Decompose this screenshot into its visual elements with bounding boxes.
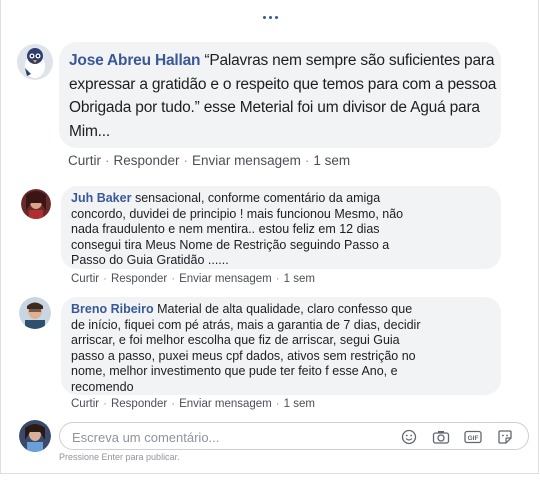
avatar[interactable] xyxy=(19,297,51,329)
comment-line: expressar a gratidão e o respeito que te… xyxy=(69,75,497,93)
comment-actions: Curtir · Responder · Enviar mensagem · 1 sem xyxy=(68,153,351,168)
comment-line: arriscar, e foi melhor escolha que fiz d… xyxy=(71,333,400,348)
comment-line: Jose Abreu Hallan “Palavras nem sempre s… xyxy=(69,52,495,69)
gif-icon[interactable]: GIF xyxy=(464,428,482,446)
comment-line: nada fraudulento e nem mentira.. estou f… xyxy=(71,222,380,237)
send-message-link[interactable]: Enviar mensagem xyxy=(179,273,272,285)
comments-card: Jose Abreu Hallan “Palavras nem sempre s… xyxy=(0,0,539,474)
comment-line: de início, fiquei com pé atrás, mais a g… xyxy=(71,317,421,332)
comment-line: passo a passo, puxei meus cpf dados, ati… xyxy=(71,348,416,363)
avatar[interactable] xyxy=(19,420,51,452)
comment-bubble: Juh Baker sensacional, conforme comentár… xyxy=(61,186,501,269)
comment-line: Obrigada por tudo.” esse Meterial foi um… xyxy=(69,99,480,116)
comment-line: concordo, duvidei de principio ! mais fu… xyxy=(71,206,404,221)
more-comments-icon[interactable] xyxy=(263,12,279,22)
timestamp-link[interactable]: 1 sem xyxy=(284,398,315,410)
comment-line: Breno Ribeiro Material de alta qualidade… xyxy=(71,302,413,316)
svg-text:GIF: GIF xyxy=(468,435,479,442)
sticker-icon[interactable] xyxy=(496,428,514,446)
send-message-link[interactable]: Enviar mensagem xyxy=(179,398,272,410)
avatar[interactable] xyxy=(17,44,53,80)
comment-line: Juh Baker sensacional, conforme comentár… xyxy=(71,191,381,205)
camera-icon[interactable] xyxy=(432,428,450,446)
reply-link[interactable]: Responder xyxy=(111,273,167,285)
comment-line: recomendo xyxy=(71,379,134,394)
comment-line: Mim... xyxy=(69,122,110,140)
comment-input[interactable] xyxy=(70,425,394,449)
like-link[interactable]: Curtir xyxy=(68,153,101,168)
comment-author-link[interactable]: Breno Ribeiro xyxy=(71,302,154,316)
comment-bubble: Jose Abreu Hallan “Palavras nem sempre s… xyxy=(59,42,501,148)
reply-link[interactable]: Responder xyxy=(111,398,167,410)
comment-actions: Curtir · Responder · Enviar mensagem · 1 sem xyxy=(71,398,315,410)
comment-line: consegui tira Meus Nome de Restrição seg… xyxy=(71,237,390,252)
comment-author-link[interactable]: Juh Baker xyxy=(71,191,131,205)
comment-author-link[interactable]: Jose Abreu Hallan xyxy=(69,52,200,69)
like-link[interactable]: Curtir xyxy=(71,398,99,410)
timestamp-link[interactable]: 1 sem xyxy=(284,273,315,285)
send-message-link[interactable]: Enviar mensagem xyxy=(192,153,301,168)
comment-bubble: Breno Ribeiro Material de alta qualidade… xyxy=(61,297,501,395)
comment-line: Passo do Guia Gratidão ...... xyxy=(71,253,229,268)
avatar[interactable] xyxy=(21,189,51,219)
like-link[interactable]: Curtir xyxy=(71,273,99,285)
comment-line: nome, melhor investimento que pude ter f… xyxy=(71,364,398,379)
emoji-icon[interactable] xyxy=(400,428,418,446)
reply-link[interactable]: Responder xyxy=(114,153,180,168)
timestamp-link[interactable]: 1 sem xyxy=(313,153,350,168)
comment-actions: Curtir · Responder · Enviar mensagem · 1 sem xyxy=(71,273,315,285)
comment-composer: GIF xyxy=(59,422,529,450)
composer-hint: Pressione Enter para publicar. xyxy=(59,452,180,462)
